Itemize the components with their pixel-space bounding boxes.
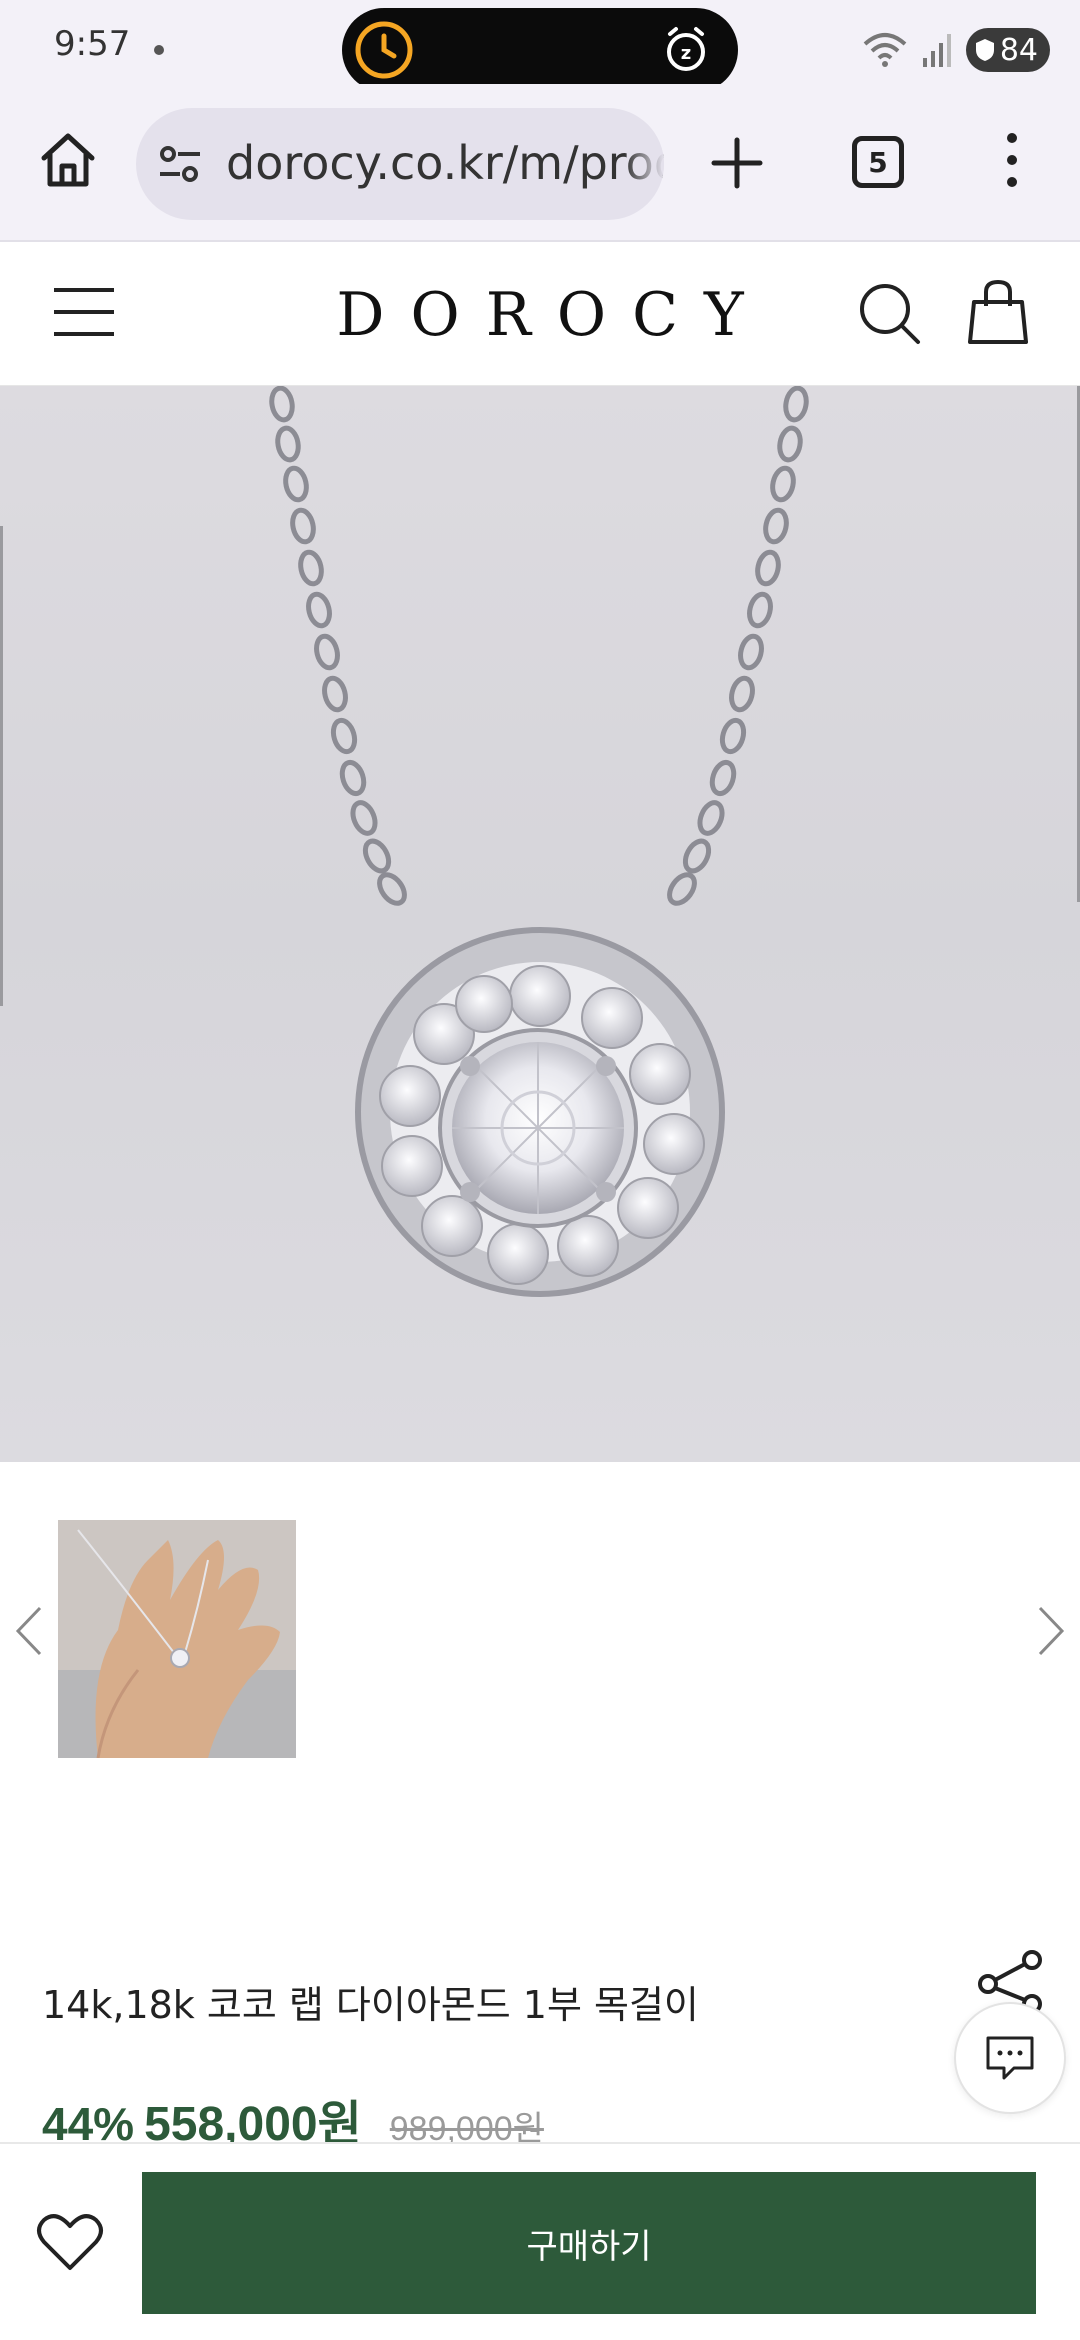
svg-text:z: z: [681, 43, 691, 64]
site-settings-icon[interactable]: [158, 144, 202, 184]
clock-icon: [355, 21, 413, 79]
battery-level: 84: [999, 32, 1038, 68]
image-edge-left: [0, 526, 3, 1006]
more-vert-icon[interactable]: [1000, 128, 1024, 192]
signal-icon: [922, 34, 951, 67]
new-tab-icon[interactable]: [710, 136, 764, 190]
status-bar: 9:57 z 84: [0, 0, 1080, 92]
url-text: dorocy.co.kr/m/product: [226, 136, 664, 190]
tab-switcher-button[interactable]: 5: [852, 136, 904, 188]
chat-icon: [986, 2036, 1034, 2080]
shopping-bag-icon[interactable]: [968, 278, 1028, 346]
buy-button[interactable]: 구매하기: [142, 2172, 1036, 2314]
chat-button[interactable]: [954, 2002, 1066, 2114]
product-main-image[interactable]: [0, 386, 1080, 1462]
site-header: DOROCY: [0, 244, 1080, 386]
address-bar[interactable]: dorocy.co.kr/m/product: [136, 108, 664, 220]
hand-photo: [58, 1520, 296, 1758]
snooze-alarm-icon: z: [667, 27, 705, 71]
browser-toolbar: dorocy.co.kr/m/product 5: [0, 84, 1080, 242]
wifi-icon: [863, 33, 907, 67]
search-icon[interactable]: [856, 280, 922, 346]
status-time: 9:57: [54, 24, 131, 64]
home-icon[interactable]: [36, 128, 100, 192]
status-icons: 84: [862, 26, 1050, 74]
thumbnail-hand[interactable]: [58, 1520, 296, 1758]
url-fade: [624, 108, 664, 220]
chevron-right-icon[interactable]: [1036, 1604, 1066, 1658]
notification-dot-icon: [154, 45, 164, 55]
shield-icon: [975, 39, 994, 61]
necklace-image: [269, 386, 809, 1297]
product-title: 14k,18k 코코 랩 다이아몬드 1부 목걸이: [42, 1983, 699, 2027]
bottom-action-bar: 구매하기: [0, 2142, 1080, 2340]
battery-indicator: 84: [965, 28, 1050, 72]
chevron-left-icon[interactable]: [14, 1604, 44, 1658]
heart-icon[interactable]: [36, 2210, 104, 2274]
thumbnail-carousel: [0, 1462, 1080, 1782]
